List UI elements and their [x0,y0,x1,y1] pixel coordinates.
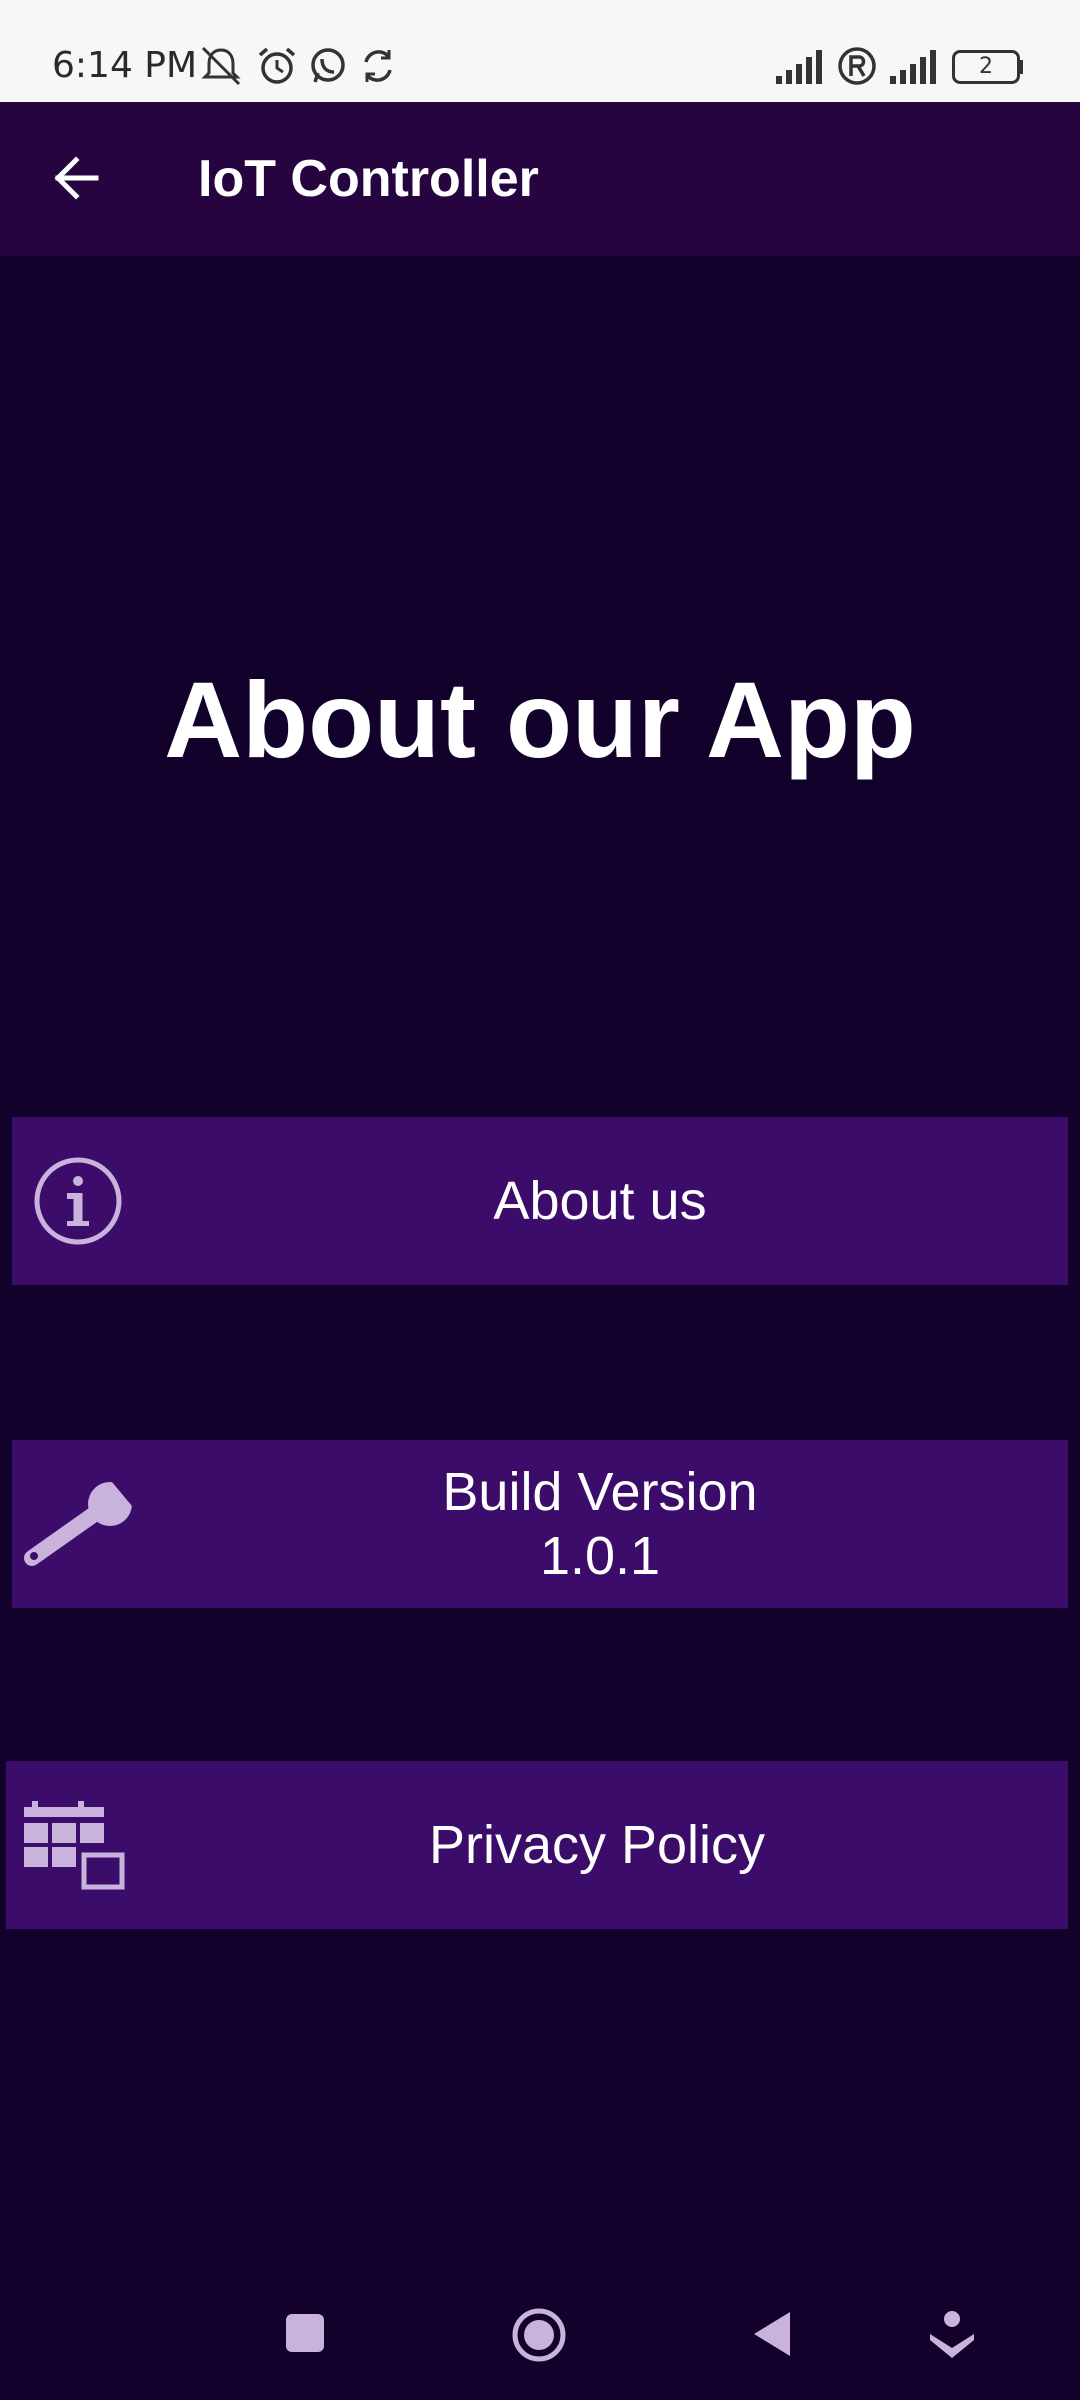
recents-button[interactable] [284,2312,326,2354]
build-version-label: Build Version [442,1462,758,1522]
roaming-icon [838,47,876,85]
privacy-policy-label: Privacy Policy [428,1815,766,1875]
build-version-number: 1.0.1 [539,1526,661,1586]
sync-icon [364,50,392,82]
status-time: 6:14 PM [52,45,198,86]
signal-icon [776,50,822,84]
app-title: IoT Controller [198,150,539,208]
privacy-policy-button[interactable]: Privacy Policy [6,1761,1068,1929]
about-us-button[interactable]: About us [12,1117,1068,1285]
whatsapp-icon [311,48,345,83]
back-nav-button[interactable] [750,2310,794,2358]
app-bar: IoT Controller [0,102,1080,256]
calendar-icon [24,1801,125,1890]
battery-icon: 2 [952,50,1020,84]
alarm-icon [258,47,296,84]
signal-icon-2 [890,50,936,84]
back-arrow-icon [54,156,99,200]
home-button[interactable] [510,2306,568,2364]
muted-bell-icon [201,46,241,86]
system-nav-bar [0,2270,1080,2400]
assistant-button[interactable] [926,2308,978,2360]
status-bar: 6:14 PM 2 [0,0,1080,102]
battery-level: 2 [979,54,993,79]
info-icon [34,1157,122,1245]
wrench-icon [24,1482,132,1566]
battery-tip [1018,60,1023,74]
about-us-label: About us [493,1171,707,1231]
back-button[interactable] [36,138,116,218]
build-version-button[interactable]: Build Version 1.0.1 [12,1440,1068,1608]
page-heading: About our App [164,659,916,780]
